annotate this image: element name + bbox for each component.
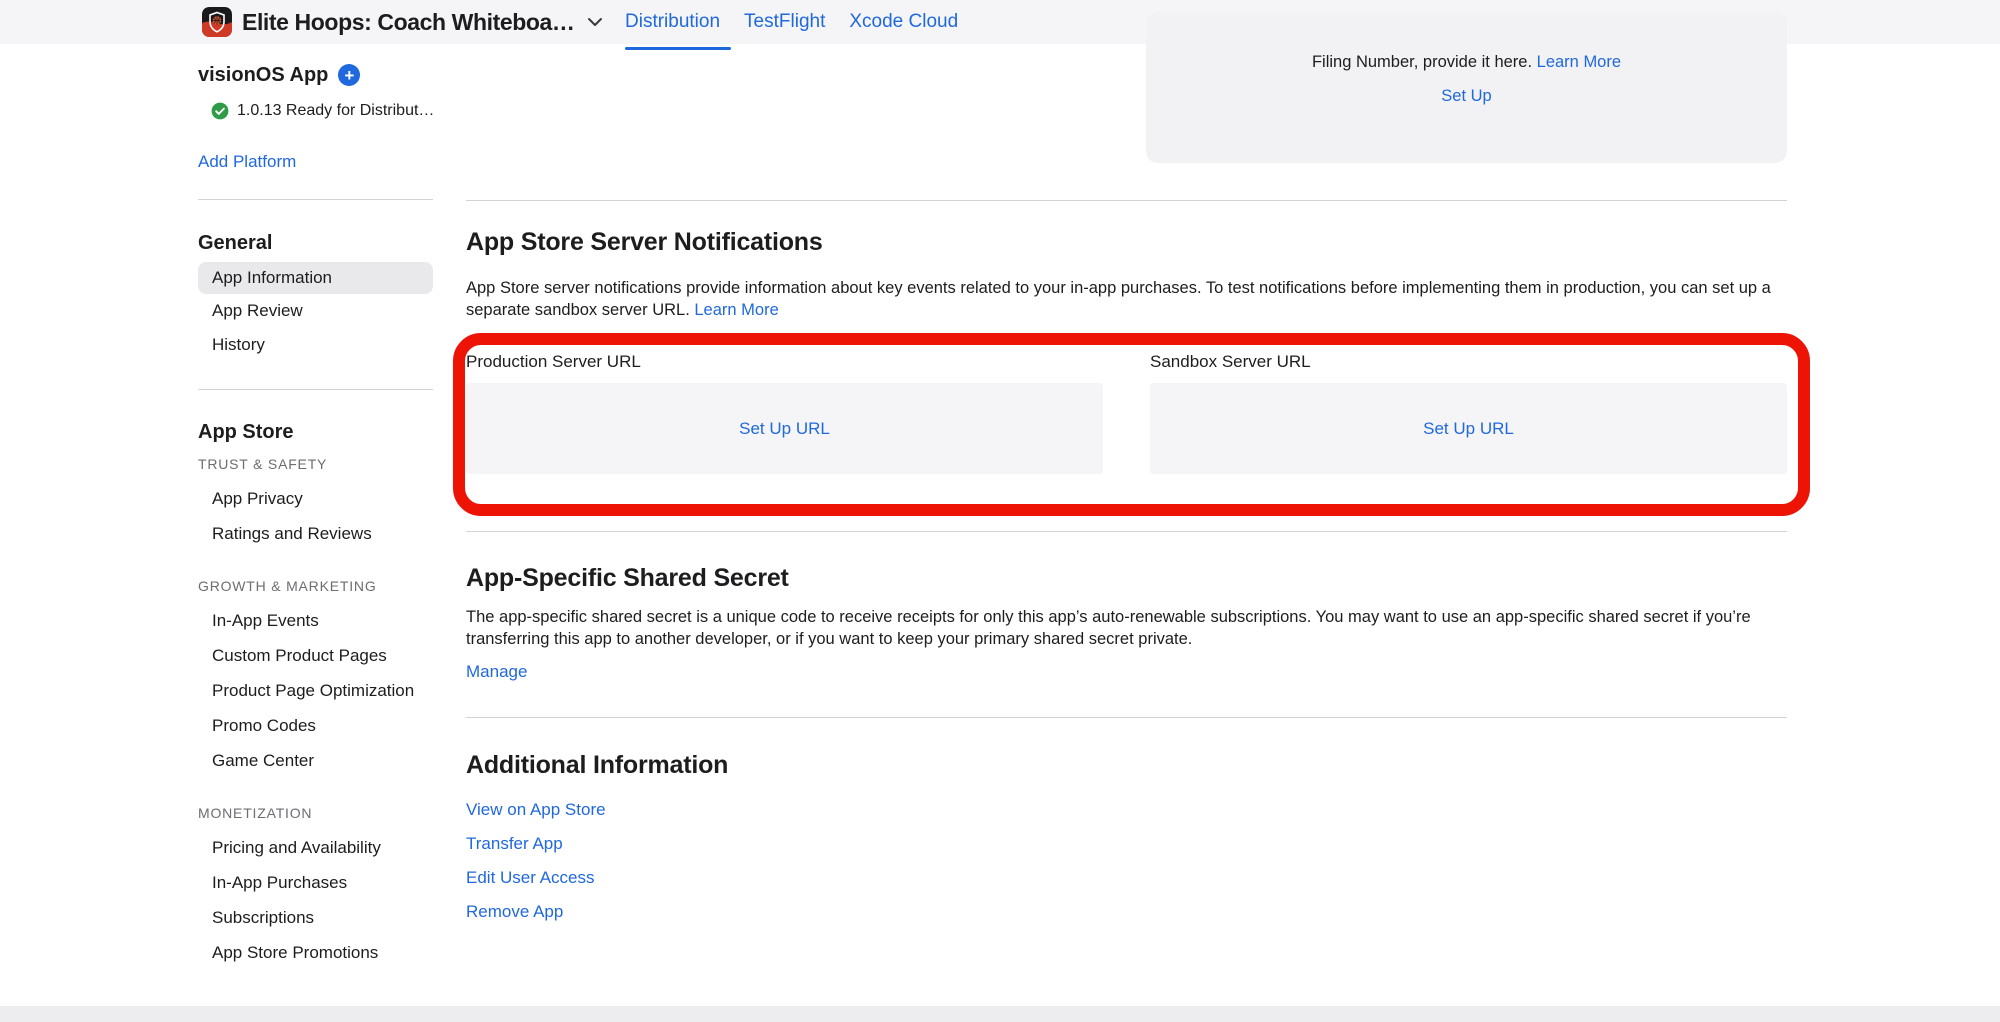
notifications-learn-more-link[interactable]: Learn More	[694, 301, 778, 319]
server-notifications-description: App Store server notifications provide i…	[466, 277, 1787, 321]
production-server-url-panel: Set Up URL	[466, 383, 1103, 474]
sandbox-server-url-panel: Set Up URL	[1150, 383, 1787, 474]
shared-secret-description: The app-specific shared secret is a uniq…	[466, 606, 1787, 650]
sidebar-group-monetization: MONETIZATION	[198, 796, 433, 830]
version-status-row[interactable]: 1.0.13 Ready for Distribut…	[198, 96, 433, 126]
manage-link[interactable]: Manage	[466, 662, 527, 681]
tab-distribution[interactable]: Distribution	[625, 11, 720, 33]
additional-links: View on App Store Transfer App Edit User…	[466, 793, 606, 929]
active-tab-indicator	[625, 47, 731, 50]
sidebar-item-subscriptions[interactable]: Subscriptions	[198, 900, 433, 935]
add-platform-link[interactable]: Add Platform	[198, 152, 296, 171]
remove-app-link[interactable]: Remove App	[466, 895, 606, 929]
sidebar-item-pricing-availability[interactable]: Pricing and Availability	[198, 830, 433, 865]
plus-circle-icon[interactable]: +	[338, 64, 360, 86]
app-switcher[interactable]: Elite Hoops: Coach Whiteboa…	[202, 0, 603, 44]
sidebar-item-app-store-promotions[interactable]: App Store Promotions	[198, 935, 433, 970]
filing-set-up-link[interactable]: Set Up	[1441, 87, 1491, 105]
filing-message: Filing Number, provide it here.	[1312, 53, 1532, 71]
section-divider	[466, 717, 1787, 718]
filing-message-row: Filing Number, provide it here. Learn Mo…	[1146, 53, 1787, 72]
filing-number-card: Filing Number, provide it here. Learn Mo…	[1146, 12, 1787, 163]
version-status-label: 1.0.13 Ready for Distribut…	[237, 102, 434, 120]
sidebar-item-app-information[interactable]: App Information	[198, 262, 433, 294]
sidebar-heading-app-store: App Store	[198, 417, 433, 447]
tab-xcode-cloud[interactable]: Xcode Cloud	[849, 11, 958, 33]
additional-information-title: Additional Information	[466, 751, 728, 780]
sidebar-item-in-app-events[interactable]: In-App Events	[198, 603, 433, 638]
tab-testflight[interactable]: TestFlight	[744, 11, 825, 33]
sidebar-divider	[198, 199, 433, 200]
sidebar-item-game-center[interactable]: Game Center	[198, 743, 433, 778]
sidebar: visionOS App + 1.0.13 Ready for Distribu…	[198, 52, 433, 970]
footer-bar	[0, 1006, 2000, 1022]
primary-tabs: Distribution TestFlight Xcode Cloud	[625, 0, 958, 44]
sidebar-item-product-page-optimization[interactable]: Product Page Optimization	[198, 673, 433, 708]
app-title: Elite Hoops: Coach Whiteboa…	[242, 9, 575, 36]
filing-learn-more-link[interactable]: Learn More	[1537, 53, 1621, 71]
sandbox-set-up-url-link[interactable]: Set Up URL	[1423, 419, 1514, 439]
section-divider	[466, 200, 1787, 201]
sidebar-divider	[198, 389, 433, 390]
production-server-url-label: Production Server URL	[466, 352, 641, 372]
check-circle-icon	[211, 102, 229, 120]
sidebar-item-promo-codes[interactable]: Promo Codes	[198, 708, 433, 743]
transfer-app-link[interactable]: Transfer App	[466, 827, 606, 861]
sidebar-item-in-app-purchases[interactable]: In-App Purchases	[198, 865, 433, 900]
section-divider	[466, 531, 1787, 532]
chevron-down-icon	[587, 17, 603, 27]
sidebar-item-custom-product-pages[interactable]: Custom Product Pages	[198, 638, 433, 673]
view-on-app-store-link[interactable]: View on App Store	[466, 793, 606, 827]
sidebar-group-trust-safety: TRUST & SAFETY	[198, 447, 433, 481]
sidebar-item-history[interactable]: History	[198, 328, 433, 362]
server-notifications-title: App Store Server Notifications	[466, 228, 823, 257]
shared-secret-title: App-Specific Shared Secret	[466, 564, 789, 593]
production-set-up-url-link[interactable]: Set Up URL	[739, 419, 830, 439]
server-notifications-description-text: App Store server notifications provide i…	[466, 279, 1771, 319]
sandbox-server-url-label: Sandbox Server URL	[1150, 352, 1311, 372]
sidebar-item-app-privacy[interactable]: App Privacy	[198, 481, 433, 516]
platform-header: visionOS App +	[198, 60, 433, 90]
sidebar-item-ratings-reviews[interactable]: Ratings and Reviews	[198, 516, 433, 551]
sidebar-group-growth-marketing: GROWTH & MARKETING	[198, 569, 433, 603]
platform-title: visionOS App	[198, 64, 328, 87]
sidebar-heading-general: General	[198, 228, 433, 258]
edit-user-access-link[interactable]: Edit User Access	[466, 861, 606, 895]
sidebar-item-app-review[interactable]: App Review	[198, 294, 433, 328]
app-icon	[202, 7, 232, 37]
